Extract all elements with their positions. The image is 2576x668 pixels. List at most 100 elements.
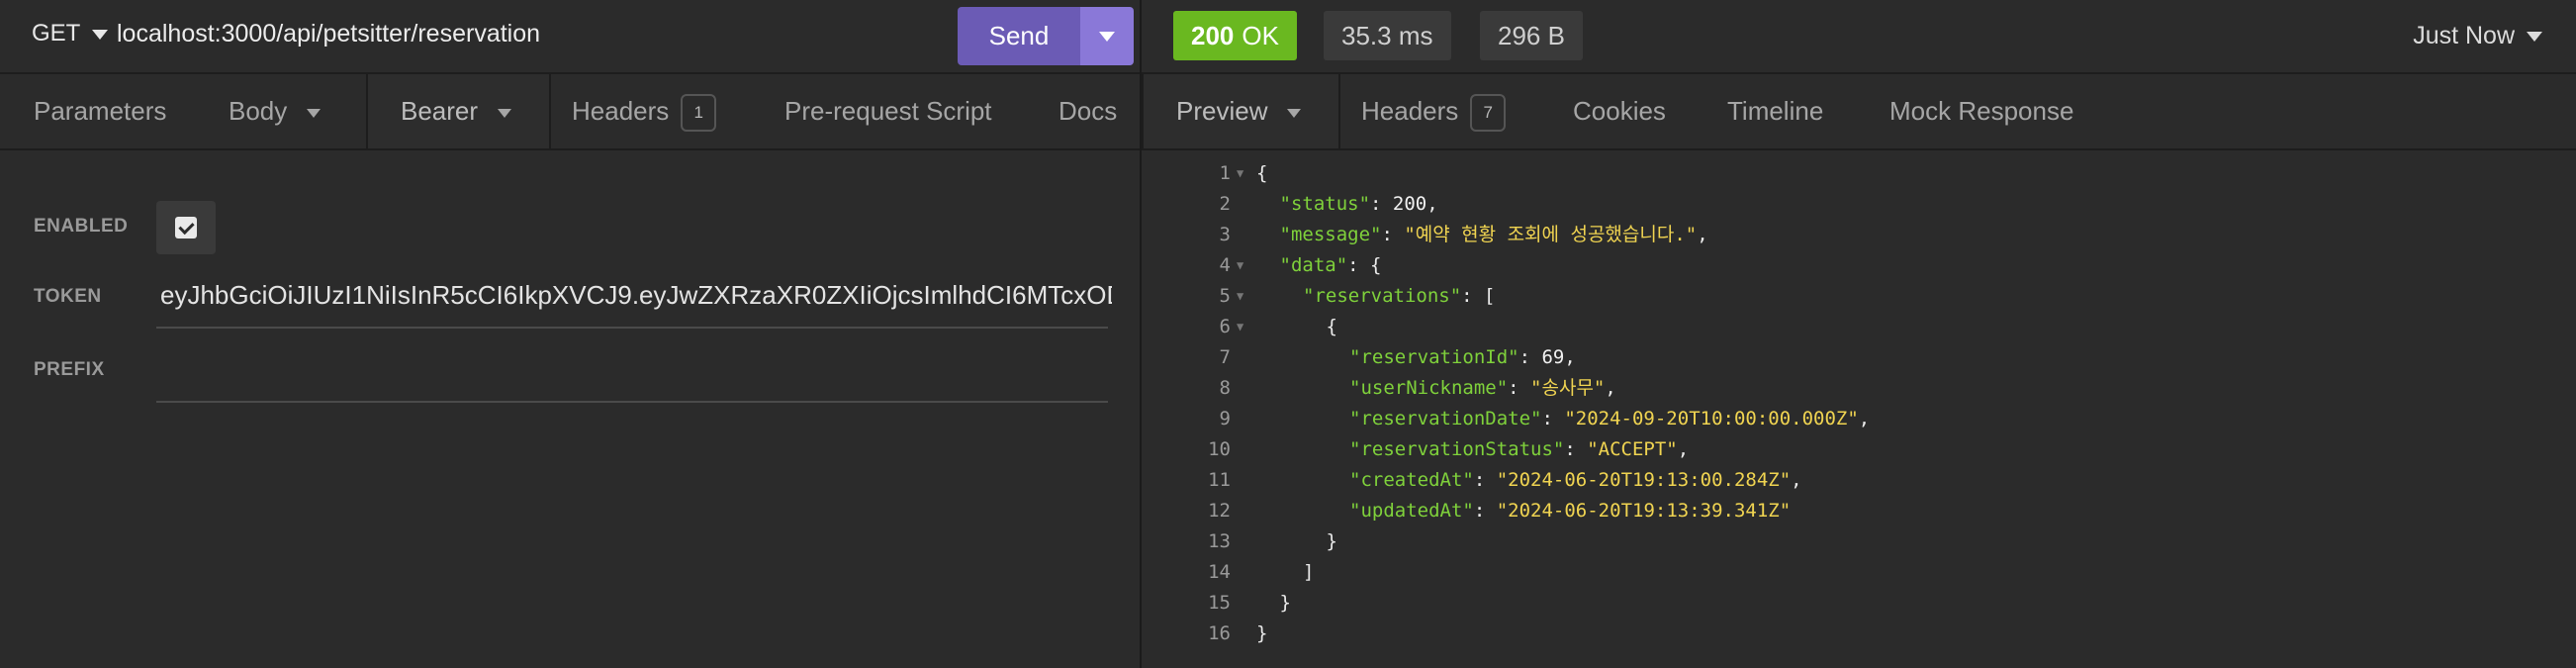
json-punctuation: } (1326, 530, 1337, 552)
json-string: "송사무" (1530, 377, 1606, 399)
response-tabs: Preview Headers 7 Cookies Timeline Mock R… (1142, 74, 2576, 150)
code-content: "createdAt": "2024-06-20T19:13:00.284Z", (1349, 465, 1802, 496)
json-string: "2024-09-20T10:00:00.000Z" (1564, 408, 1859, 429)
json-punctuation: : { (1347, 254, 1382, 276)
tab-bearer-label: Bearer (401, 96, 479, 126)
json-punctuation: : (1370, 193, 1393, 215)
line-number: 13 (1208, 530, 1231, 552)
json-key: "reservationId" (1349, 346, 1519, 368)
tab-pre-request-script[interactable]: Pre-request Script (784, 74, 992, 148)
line-number: 12 (1208, 500, 1231, 522)
json-punctuation: { (1256, 162, 1268, 184)
enabled-label: ENABLED (34, 216, 129, 237)
line-number: 10 (1208, 438, 1231, 460)
token-underline (156, 327, 1108, 329)
json-string: "예약 현황 조회에 성공했습니다." (1404, 224, 1698, 245)
json-punctuation: : (1508, 377, 1531, 399)
request-tabs: Parameters Body Bearer Headers 1 Pre-requ… (0, 74, 1140, 150)
send-button[interactable]: Send (958, 7, 1080, 65)
token-input[interactable]: eyJhbGciOiJIUzI1NiIsInR5cCI6IkpXVCJ9.eyJ… (160, 280, 1112, 311)
json-number: 69 (1541, 346, 1565, 368)
status-text: OK (1242, 21, 1279, 50)
tab-mock-response-label: Mock Response (1889, 96, 2074, 126)
fold-toggle-icon[interactable]: ▼ (1237, 158, 1243, 189)
request-url-bar: GET localhost:3000/api/petsitter/reserva… (0, 0, 1140, 74)
tab-parameters-label: Parameters (34, 96, 167, 126)
tab-preview[interactable]: Preview (1142, 74, 1341, 148)
json-key: "data" (1279, 254, 1348, 276)
json-string: "2024-06-20T19:13:00.284Z" (1496, 469, 1792, 491)
json-punctuation: , (1605, 377, 1616, 399)
json-punctuation: : (1381, 224, 1405, 245)
method-selector[interactable]: GET (32, 20, 109, 48)
method-label: GET (32, 20, 81, 47)
fold-toggle-icon[interactable]: ▼ (1237, 281, 1243, 312)
chevron-down-icon (1287, 108, 1302, 118)
line-number: 9 (1219, 408, 1231, 429)
json-punctuation: : (1518, 346, 1542, 368)
json-punctuation: : (1473, 500, 1497, 522)
history-label: Just Now (2413, 22, 2515, 49)
line-number: 5 (1219, 285, 1231, 307)
line-number: 11 (1208, 469, 1231, 491)
json-punctuation: { (1326, 316, 1337, 337)
send-options-chevron-icon[interactable] (1080, 7, 1134, 65)
chevron-down-icon (498, 108, 512, 118)
line-number: 1 (1219, 162, 1231, 184)
history-selector[interactable]: Just Now (2413, 22, 2542, 50)
code-content: "data": { (1280, 250, 1382, 281)
check-icon (175, 217, 197, 239)
json-punctuation: : (1541, 408, 1565, 429)
code-content: "updatedAt": "2024-06-20T19:13:39.341Z" (1349, 496, 1791, 526)
json-number: 200 (1392, 193, 1427, 215)
line-number: 4 (1219, 254, 1231, 276)
status-badge: 200 OK (1173, 11, 1297, 60)
json-key: "reservationStatus" (1349, 438, 1565, 460)
request-pane: GET localhost:3000/api/petsitter/reserva… (0, 0, 1140, 668)
tab-response-headers[interactable]: Headers 7 (1361, 74, 1507, 148)
tab-parameters[interactable]: Parameters (34, 74, 166, 148)
tab-cookies[interactable]: Cookies (1573, 74, 1666, 148)
chevron-down-icon (307, 108, 322, 118)
json-key: "reservations" (1303, 285, 1462, 307)
url-input[interactable]: localhost:3000/api/petsitter/reservation (117, 20, 540, 48)
response-size: 296 B (1480, 11, 1583, 60)
response-headers-count-badge: 7 (1470, 94, 1507, 133)
tab-headers[interactable]: Headers 1 (572, 74, 717, 148)
send-button-group: Send (958, 7, 1134, 65)
json-punctuation: , (1426, 193, 1438, 215)
code-content: "status": 200, (1280, 189, 1438, 220)
line-number: 8 (1219, 377, 1231, 399)
code-content: } (1256, 619, 1267, 649)
json-punctuation: : (1473, 469, 1497, 491)
line-number: 6 (1219, 316, 1231, 337)
response-time: 35.3 ms (1324, 11, 1451, 60)
json-key: "message" (1279, 224, 1382, 245)
code-content: "reservationId": 69, (1349, 342, 1576, 373)
tab-preview-label: Preview (1176, 96, 1268, 126)
code-content: "userNickname": "송사무", (1349, 373, 1616, 404)
enabled-checkbox[interactable] (156, 201, 216, 254)
json-punctuation: : [ (1461, 285, 1496, 307)
json-key: "reservationDate" (1349, 408, 1542, 429)
json-key: "createdAt" (1349, 469, 1474, 491)
json-punctuation: } (1256, 622, 1268, 644)
json-string: "ACCEPT" (1587, 438, 1678, 460)
json-string: "2024-06-20T19:13:39.341Z" (1496, 500, 1792, 522)
tab-timeline[interactable]: Timeline (1727, 74, 1823, 148)
code-content: "reservations": [ (1303, 281, 1495, 312)
json-punctuation: ] (1303, 561, 1315, 583)
tab-body-label: Body (229, 96, 288, 126)
response-body-viewer: 1 ▼ {2 "status": 200, 3 "message": "예약 현황 조회에… (1142, 150, 2576, 668)
fold-toggle-icon[interactable]: ▼ (1237, 250, 1243, 281)
tab-mock-response[interactable]: Mock Response (1889, 74, 2073, 148)
tab-docs[interactable]: Docs (1058, 74, 1117, 148)
code-content: "message": "예약 현황 조회에 성공했습니다.", (1280, 220, 1708, 250)
prefix-input[interactable] (156, 401, 1108, 403)
tab-timeline-label: Timeline (1727, 96, 1824, 126)
fold-toggle-icon[interactable]: ▼ (1237, 312, 1243, 342)
tab-bearer[interactable]: Bearer (366, 74, 552, 148)
response-pane: 200 OK 35.3 ms 296 B Just Now Preview Hea… (1140, 0, 2576, 668)
line-number: 15 (1208, 592, 1231, 614)
tab-body[interactable]: Body (229, 74, 322, 148)
